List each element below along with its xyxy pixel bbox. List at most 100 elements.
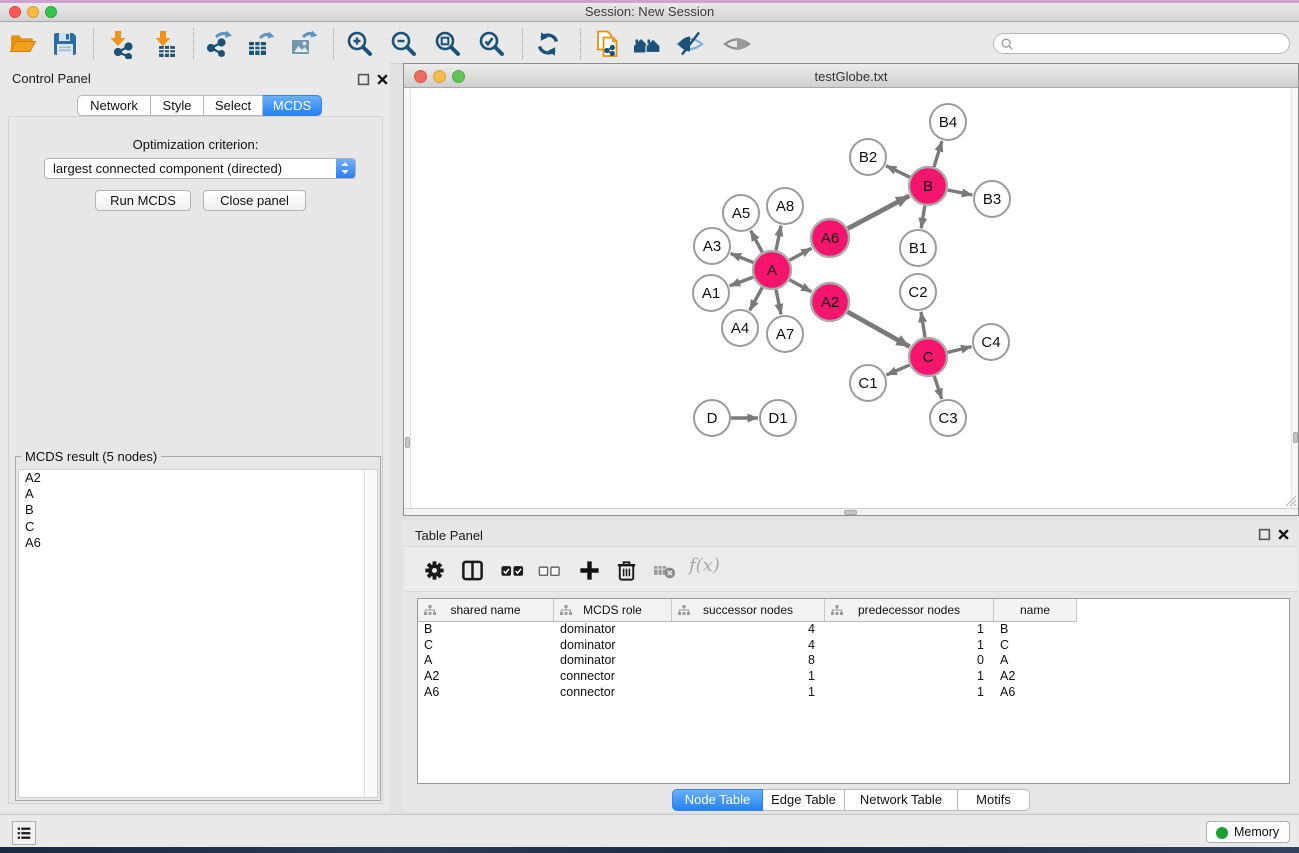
table-row-a2[interactable]: A2connector11A2: [418, 669, 1289, 685]
node-B2[interactable]: B2: [850, 139, 886, 175]
zoom-selected-icon[interactable]: [475, 27, 509, 61]
zoom-fit-icon[interactable]: [431, 27, 465, 61]
left-scrollbar-thumb[interactable]: [405, 437, 410, 448]
table-cell[interactable]: 1: [825, 638, 994, 654]
tab-style[interactable]: Style: [151, 95, 204, 116]
close-table-panel-icon[interactable]: [1277, 528, 1290, 541]
column-header-MCDS-role[interactable]: MCDS role: [554, 599, 672, 622]
tab-motifs[interactable]: Motifs: [958, 789, 1030, 811]
table-cell[interactable]: A: [418, 653, 554, 669]
column-header-name[interactable]: name: [994, 599, 1077, 622]
edge-C-C4[interactable]: [948, 347, 972, 353]
result-list-scrollbar[interactable]: [364, 470, 377, 797]
delete-column-icon[interactable]: [611, 557, 641, 583]
node-B1[interactable]: B1: [900, 230, 936, 266]
table-cell[interactable]: B: [994, 622, 1077, 638]
node-A3[interactable]: A3: [694, 228, 730, 264]
bottom-scrollbar-thumb[interactable]: [844, 510, 857, 515]
search-input[interactable]: [1018, 35, 1283, 52]
table-cell[interactable]: A2: [994, 669, 1077, 685]
table-row-a[interactable]: Adominator80A: [418, 653, 1289, 669]
node-A1[interactable]: A1: [693, 275, 729, 311]
node-A7[interactable]: A7: [767, 316, 803, 352]
open-cybrowser-icon[interactable]: [630, 27, 664, 61]
export-table-icon[interactable]: [243, 27, 277, 61]
node-D[interactable]: D: [694, 400, 730, 436]
edge-A-A8[interactable]: [776, 226, 781, 251]
save-session-icon[interactable]: [48, 27, 82, 61]
table-cell[interactable]: 1: [825, 669, 994, 685]
edge-C-C2[interactable]: [921, 312, 925, 337]
table-cell[interactable]: A2: [418, 669, 554, 685]
edge-A2-C[interactable]: [847, 312, 909, 347]
table-cell[interactable]: 1: [825, 685, 994, 701]
node-B4[interactable]: B4: [930, 104, 966, 140]
network-canvas[interactable]: B4B2BB3A5A8A6A3AB1A1C2A2A4A7C4CC1C3DD1: [405, 89, 1298, 510]
table-cell[interactable]: dominator: [554, 622, 672, 638]
table-cell[interactable]: A6: [994, 685, 1077, 701]
network-window-titlebar[interactable]: testGlobe.txt: [404, 64, 1298, 88]
table-options-gear-icon[interactable]: [419, 557, 449, 583]
node-C4[interactable]: C4: [973, 324, 1009, 360]
table-cell[interactable]: 0: [825, 653, 994, 669]
export-image-icon[interactable]: [286, 27, 320, 61]
table-cell[interactable]: A6: [418, 685, 554, 701]
node-A8[interactable]: A8: [767, 188, 803, 224]
node-A[interactable]: A: [753, 251, 791, 289]
float-panel-icon[interactable]: [357, 73, 370, 86]
table-cell[interactable]: 4: [672, 638, 825, 654]
result-item-a[interactable]: A: [19, 486, 377, 502]
column-header-predecessor-nodes[interactable]: predecessor nodes: [825, 599, 994, 622]
select-all-checkboxes-icon[interactable]: [497, 557, 527, 583]
task-history-button[interactable]: [12, 821, 36, 845]
export-network-icon[interactable]: [201, 27, 235, 61]
table-cell[interactable]: B: [418, 622, 554, 638]
table-cell[interactable]: 1: [672, 685, 825, 701]
table-cell[interactable]: 1: [672, 669, 825, 685]
result-item-a2[interactable]: A2: [19, 470, 377, 486]
result-item-a6[interactable]: A6: [19, 535, 377, 551]
table-row-b[interactable]: Bdominator41B: [418, 622, 1289, 638]
node-C3[interactable]: C3: [930, 400, 966, 436]
table-cell[interactable]: dominator: [554, 638, 672, 654]
zoom-in-icon[interactable]: [343, 27, 377, 61]
edge-B-B2[interactable]: [886, 166, 910, 178]
table-cell[interactable]: connector: [554, 669, 672, 685]
edge-A-A6[interactable]: [790, 248, 812, 260]
open-session-icon[interactable]: [6, 27, 40, 61]
node-B3[interactable]: B3: [974, 181, 1010, 217]
hide-graphics-details-icon[interactable]: [673, 27, 707, 61]
float-table-panel-icon[interactable]: [1258, 528, 1271, 541]
memory-button[interactable]: Memory: [1206, 821, 1290, 843]
table-cell[interactable]: A: [994, 653, 1077, 669]
zoom-out-icon[interactable]: [387, 27, 421, 61]
node-A4[interactable]: A4: [722, 310, 758, 346]
node-A5[interactable]: A5: [723, 195, 759, 231]
bottom-scrollbar-track[interactable]: [404, 508, 1298, 515]
table-cell[interactable]: dominator: [554, 653, 672, 669]
show-hide-eye-icon[interactable]: [720, 27, 754, 61]
right-scrollbar-track[interactable]: [1291, 89, 1298, 508]
edge-C-C1[interactable]: [886, 365, 909, 375]
table-cell[interactable]: C: [418, 638, 554, 654]
tab-network[interactable]: Network: [77, 95, 151, 116]
edge-B-B1[interactable]: [921, 206, 925, 229]
table-cell[interactable]: 1: [825, 622, 994, 638]
edge-A-A1[interactable]: [730, 277, 754, 286]
node-B[interactable]: B: [909, 167, 947, 205]
show-columns-icon[interactable]: [457, 557, 487, 583]
node-A6[interactable]: A6: [811, 219, 849, 257]
tab-mcds[interactable]: MCDS: [263, 95, 322, 116]
table-cell[interactable]: 4: [672, 622, 825, 638]
table-row-c[interactable]: Cdominator41C: [418, 638, 1289, 654]
new-network-from-selection-icon[interactable]: [591, 27, 625, 61]
result-item-b[interactable]: B: [19, 502, 377, 518]
close-panel-icon[interactable]: [376, 73, 389, 86]
node-C2[interactable]: C2: [900, 274, 936, 310]
tab-node-table[interactable]: Node Table: [672, 789, 763, 811]
edge-A-A2[interactable]: [790, 280, 812, 292]
edge-A-A3[interactable]: [731, 253, 754, 262]
run-mcds-button[interactable]: Run MCDS: [95, 190, 191, 211]
edge-A-A4[interactable]: [750, 288, 763, 311]
edge-C-C3[interactable]: [934, 376, 942, 399]
